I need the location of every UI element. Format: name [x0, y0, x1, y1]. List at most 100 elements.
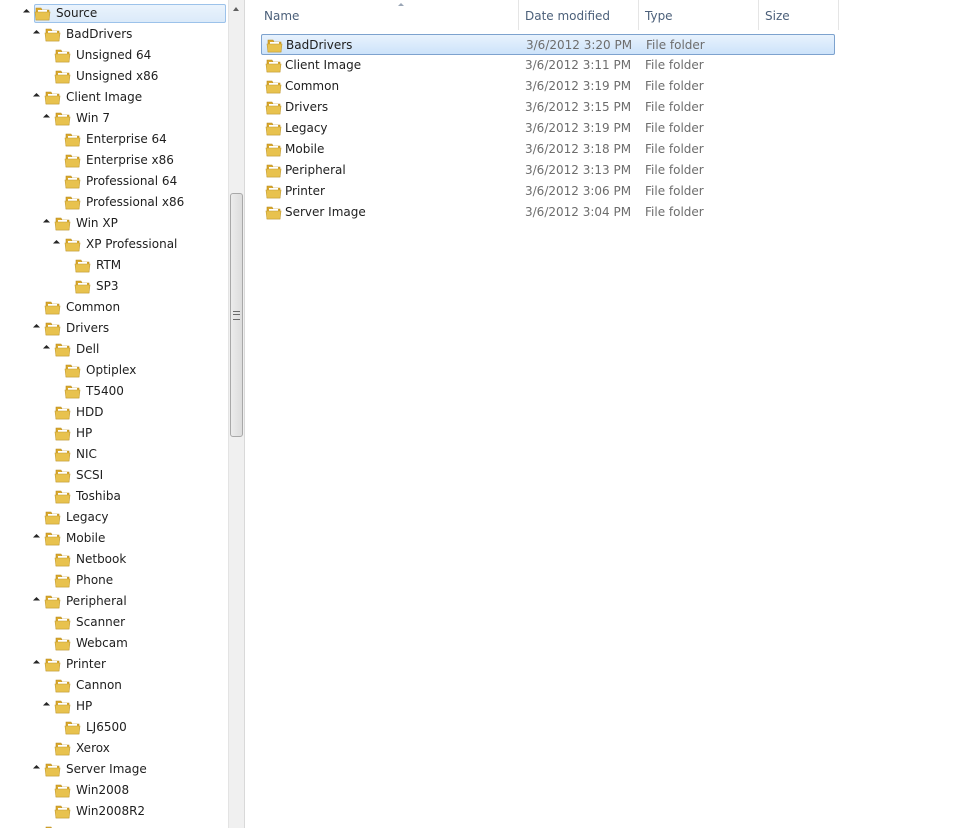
file-date-cell: 3/6/2012 3:19 PM: [525, 79, 632, 93]
tree-item-baddrivers[interactable]: BadDrivers: [0, 24, 226, 45]
tree-item-hdd[interactable]: HDD: [0, 402, 226, 423]
file-type-cell: File folder: [645, 79, 704, 93]
scroll-up-arrow-icon[interactable]: [229, 0, 244, 17]
expanded-triangle-icon[interactable]: [42, 113, 51, 122]
scroll-grip-icon: [233, 311, 240, 320]
tree-item-toshiba[interactable]: Toshiba: [0, 486, 226, 507]
folder-icon: [54, 700, 71, 714]
file-row-client-image[interactable]: Client Image 3/6/2012 3:11 PM File folder: [261, 55, 835, 76]
tree-item-scsi[interactable]: SCSI: [0, 465, 226, 486]
expanded-triangle-icon[interactable]: [32, 29, 41, 38]
expanded-triangle-icon[interactable]: [32, 533, 41, 542]
expanded-triangle-icon[interactable]: [52, 239, 61, 248]
file-row-printer[interactable]: Printer 3/6/2012 3:06 PM File folder: [261, 181, 835, 202]
tree-item-cannon[interactable]: Cannon: [0, 675, 226, 696]
tree-item-netbook[interactable]: Netbook: [0, 549, 226, 570]
expanded-triangle-icon[interactable]: [42, 701, 51, 710]
tree-item-hp[interactable]: HP: [0, 696, 226, 717]
folder-icon: [54, 490, 71, 504]
tree-item-win2008r2[interactable]: Win2008R2: [0, 801, 226, 822]
column-header-name[interactable]: Name: [258, 0, 519, 30]
tree-item-label: T5400: [86, 384, 124, 398]
column-header-date[interactable]: Date modified: [519, 0, 639, 30]
tree-item-professional-64[interactable]: Professional 64: [0, 171, 226, 192]
file-row-drivers[interactable]: Drivers 3/6/2012 3:15 PM File folder: [261, 97, 835, 118]
tree-item-optiplex[interactable]: Optiplex: [0, 360, 226, 381]
tree-item-peripheral[interactable]: Peripheral: [0, 591, 226, 612]
tree-item-item[interactable]: [0, 822, 226, 828]
tree-item-label: LJ6500: [86, 720, 127, 734]
expanded-triangle-icon[interactable]: [32, 596, 41, 605]
tree-item-label: Unsigned 64: [76, 48, 152, 62]
tree-item-label: Professional 64: [86, 174, 178, 188]
tree-item-label: Cannon: [76, 678, 122, 692]
folder-icon: [54, 679, 71, 693]
tree-item-win-7[interactable]: Win 7: [0, 108, 226, 129]
tree-item-label: Professional x86: [86, 195, 185, 209]
tree-item-webcam[interactable]: Webcam: [0, 633, 226, 654]
folder-icon: [54, 112, 71, 126]
expanded-triangle-icon[interactable]: [42, 344, 51, 353]
column-header-size[interactable]: Size: [759, 0, 839, 30]
file-row-server-image[interactable]: Server Image 3/6/2012 3:04 PM File folder: [261, 202, 835, 223]
tree-item-client-image[interactable]: Client Image: [0, 87, 226, 108]
tree-item-label: Optiplex: [86, 363, 137, 377]
tree-item-sp3[interactable]: SP3: [0, 276, 226, 297]
file-row-legacy[interactable]: Legacy 3/6/2012 3:19 PM File folder: [261, 118, 835, 139]
expanded-triangle-icon[interactable]: [32, 323, 41, 332]
folder-icon: [265, 143, 282, 157]
tree-item-unsigned-x86[interactable]: Unsigned x86: [0, 66, 226, 87]
tree-item-nic[interactable]: NIC: [0, 444, 226, 465]
scroll-thumb[interactable]: [230, 193, 243, 437]
file-row-mobile[interactable]: Mobile 3/6/2012 3:18 PM File folder: [261, 139, 835, 160]
folder-icon: [44, 28, 61, 42]
expanded-triangle-icon[interactable]: [22, 8, 31, 17]
tree-item-server-image[interactable]: Server Image: [0, 759, 226, 780]
file-date-cell: 3/6/2012 3:04 PM: [525, 205, 632, 219]
tree-item-common[interactable]: Common: [0, 297, 226, 318]
tree-item-label: SP3: [96, 279, 119, 293]
tree-item-label: Netbook: [76, 552, 127, 566]
tree-item-drivers[interactable]: Drivers: [0, 318, 226, 339]
tree-item-phone[interactable]: Phone: [0, 570, 226, 591]
tree-item-win-xp[interactable]: Win XP: [0, 213, 226, 234]
tree-item-t5400[interactable]: T5400: [0, 381, 226, 402]
column-header-row: Name Date modified Type Size: [245, 0, 964, 30]
expanded-triangle-icon[interactable]: [42, 218, 51, 227]
tree-item-win2008[interactable]: Win2008: [0, 780, 226, 801]
tree-item-dell[interactable]: Dell: [0, 339, 226, 360]
folder-icon: [54, 784, 71, 798]
tree-item-xp-professional[interactable]: XP Professional: [0, 234, 226, 255]
tree-item-professional-x86[interactable]: Professional x86: [0, 192, 226, 213]
tree-item-label: Common: [66, 300, 121, 314]
expanded-triangle-icon[interactable]: [32, 92, 41, 101]
file-row-common[interactable]: Common 3/6/2012 3:19 PM File folder: [261, 76, 835, 97]
tree-item-lj6500[interactable]: LJ6500: [0, 717, 226, 738]
tree-item-label: HDD: [76, 405, 104, 419]
file-date-cell: 3/6/2012 3:11 PM: [525, 58, 632, 72]
tree-item-label: Toshiba: [76, 489, 121, 503]
tree-item-hp[interactable]: HP: [0, 423, 226, 444]
file-name-cell: Client Image: [285, 58, 362, 72]
expanded-triangle-icon[interactable]: [32, 659, 41, 668]
expanded-triangle-icon[interactable]: [32, 764, 41, 773]
folder-icon: [54, 343, 71, 357]
column-header-type[interactable]: Type: [639, 0, 759, 30]
tree-item-printer[interactable]: Printer: [0, 654, 226, 675]
tree-item-unsigned-64[interactable]: Unsigned 64: [0, 45, 226, 66]
tree-item-scanner[interactable]: Scanner: [0, 612, 226, 633]
file-row-baddrivers[interactable]: BadDrivers 3/6/2012 3:20 PM File folder: [261, 34, 835, 55]
tree-item-label: Xerox: [76, 741, 110, 755]
nav-vertical-scrollbar[interactable]: [228, 0, 245, 828]
tree-item-label: Source: [56, 6, 98, 20]
tree-item-enterprise-64[interactable]: Enterprise 64: [0, 129, 226, 150]
tree-item-source[interactable]: Source: [0, 3, 226, 24]
tree-item-rtm[interactable]: RTM: [0, 255, 226, 276]
tree-item-label: Enterprise x86: [86, 153, 174, 167]
file-row-peripheral[interactable]: Peripheral 3/6/2012 3:13 PM File folder: [261, 160, 835, 181]
tree-item-xerox[interactable]: Xerox: [0, 738, 226, 759]
tree-item-legacy[interactable]: Legacy: [0, 507, 226, 528]
tree-item-enterprise-x86[interactable]: Enterprise x86: [0, 150, 226, 171]
tree-item-mobile[interactable]: Mobile: [0, 528, 226, 549]
folder-icon: [64, 154, 81, 168]
